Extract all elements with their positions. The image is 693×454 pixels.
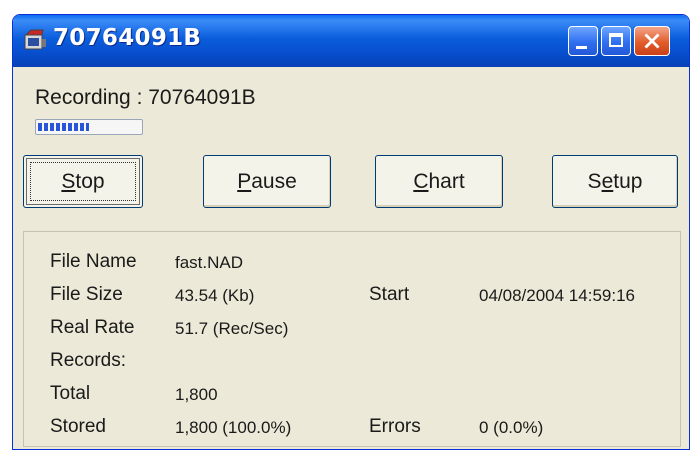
status-separator: :	[130, 86, 149, 109]
file-name-value: fast.NAD	[175, 253, 244, 272]
total-label: Total	[50, 383, 91, 404]
recording-progress-bar	[35, 119, 143, 135]
real-rate-label: Real Rate	[50, 317, 135, 338]
focus-rectangle	[30, 162, 136, 201]
setup-button[interactable]: Setup	[552, 155, 678, 208]
chart-button[interactable]: Chart	[375, 155, 503, 208]
errors-label: Errors	[369, 416, 421, 437]
maximize-button[interactable]	[601, 26, 631, 56]
file-name-label: File Name	[50, 251, 137, 272]
close-icon	[644, 33, 660, 49]
file-size-value: 43.54 (Kb)	[175, 286, 255, 305]
records-heading: Records:	[50, 350, 127, 371]
recording-label: Recording	[35, 86, 131, 109]
pause-button-label: Pause	[237, 169, 297, 193]
stored-label: Stored	[50, 416, 106, 437]
close-button[interactable]	[634, 26, 670, 56]
chart-button-label: Chart	[413, 169, 465, 193]
start-value: 04/08/2004 14:59:16	[479, 286, 635, 305]
minimize-button[interactable]	[568, 26, 598, 56]
file-size-label: File Size	[50, 284, 123, 305]
stored-value: 1,800 (100.0%)	[175, 418, 292, 437]
real-rate-value: 51.7 (Rec/Sec)	[175, 319, 289, 338]
recorder-app-icon	[24, 29, 46, 50]
title-bar[interactable]: 70764091B	[13, 15, 689, 67]
errors-value: 0 (0.0%)	[479, 418, 544, 437]
setup-button-label: Setup	[587, 169, 643, 193]
recording-status: Recording : 70764091B	[35, 86, 256, 110]
maximize-icon	[609, 33, 623, 47]
progress-fill	[38, 123, 89, 131]
start-label: Start	[369, 284, 410, 305]
recording-id: 70764091B	[148, 86, 256, 109]
app-window: 70764091B Recording : 70764091B Stop Pau…	[12, 14, 690, 450]
minimize-icon	[576, 46, 587, 49]
stop-button[interactable]: Stop	[23, 155, 143, 208]
pause-button[interactable]: Pause	[203, 155, 331, 208]
total-value: 1,800	[175, 385, 218, 404]
recording-info-panel: File Name fast.NAD File Size 43.54 (Kb) …	[23, 231, 681, 447]
window-title: 70764091B	[53, 25, 202, 51]
